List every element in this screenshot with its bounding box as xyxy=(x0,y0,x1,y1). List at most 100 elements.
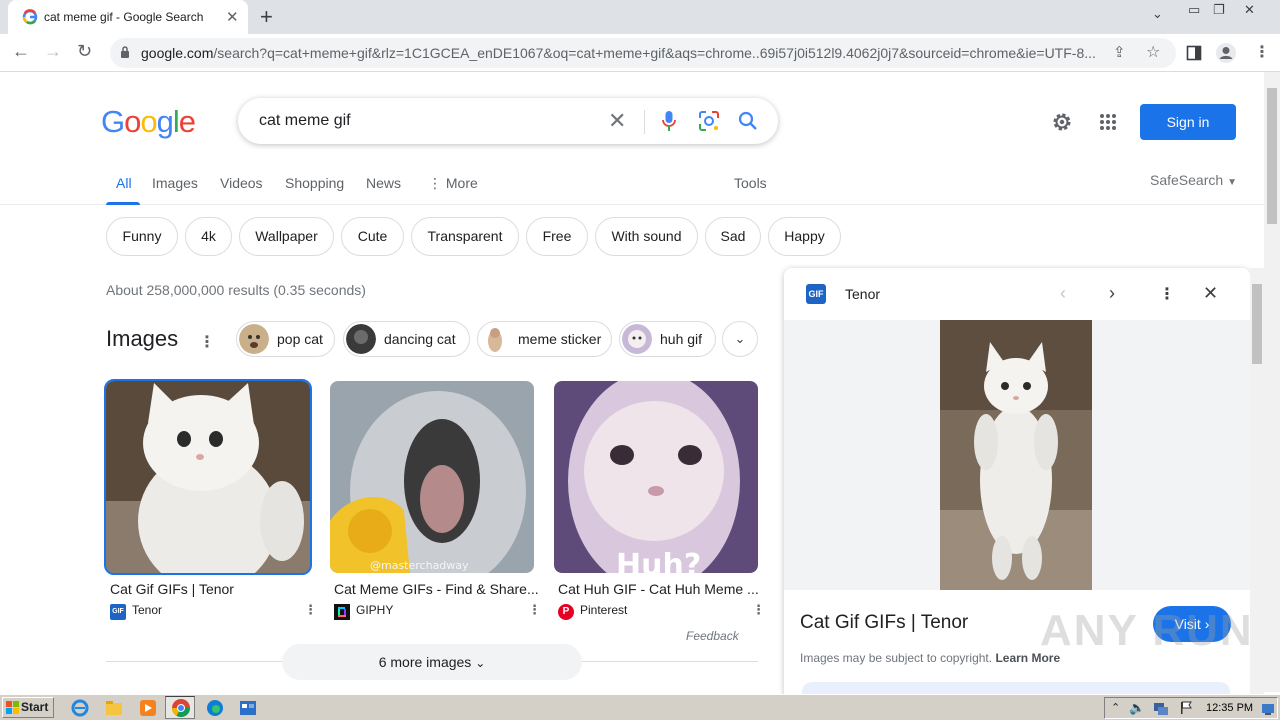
copyright-notice: Images may be subject to copyright. Lear… xyxy=(800,651,1060,665)
google-favicon-icon xyxy=(22,9,38,25)
clear-search-icon[interactable]: ✕ xyxy=(608,108,626,134)
image-result-3-source[interactable]: Pinterest xyxy=(580,603,627,617)
image-result-3[interactable]: Huh? xyxy=(554,381,758,573)
restore-icon[interactable]: ❐ xyxy=(1213,2,1225,18)
more-related-button[interactable]: ⌄ xyxy=(722,321,758,357)
tools-button[interactable]: Tools xyxy=(734,175,767,191)
volume-icon[interactable]: 🔈 xyxy=(1129,700,1145,716)
meme-sticker-avatar xyxy=(480,324,510,354)
related-huh-gif[interactable]: huh gif xyxy=(619,321,716,357)
tab-images[interactable]: Images xyxy=(152,175,198,191)
panel-menu-icon[interactable]: ⋮ xyxy=(1159,284,1175,304)
panel-title[interactable]: Cat Gif GIFs | Tenor xyxy=(800,612,968,634)
standing-white-cat-image[interactable] xyxy=(940,320,1092,590)
related-pop-cat[interactable]: pop cat xyxy=(236,321,335,357)
reload-icon[interactable]: ↻ xyxy=(77,41,92,62)
forward-icon[interactable]: → xyxy=(44,41,62,62)
result-2-menu-icon[interactable]: ⋮ xyxy=(528,602,541,618)
minimize-icon[interactable]: ▭ xyxy=(1188,2,1200,18)
media-player-icon[interactable] xyxy=(138,698,158,718)
search-box[interactable]: cat meme gif ✕ xyxy=(238,98,778,144)
share-icon[interactable]: ⇪ xyxy=(1113,43,1126,61)
related-label: meme sticker xyxy=(518,331,602,347)
image-result-2-title[interactable]: Cat Meme GIFs - Find & Share... xyxy=(334,581,539,597)
image-result-2[interactable]: @masterchadway xyxy=(330,381,534,573)
previous-icon[interactable]: ‹ xyxy=(1060,283,1066,304)
chip-wallpaper[interactable]: Wallpaper xyxy=(239,217,334,256)
profile-avatar-icon[interactable] xyxy=(1215,42,1237,64)
internet-explorer-icon[interactable] xyxy=(70,698,90,718)
tab-more[interactable]: ⋮ More xyxy=(428,175,478,192)
image-result-1-title[interactable]: Cat Gif GIFs | Tenor xyxy=(110,581,234,597)
sign-in-button[interactable]: Sign in xyxy=(1140,104,1236,140)
show-desktop-icon[interactable] xyxy=(1261,702,1275,716)
bookmark-star-icon[interactable]: ☆ xyxy=(1146,42,1160,62)
chip-with-sound[interactable]: With sound xyxy=(595,217,698,256)
voice-search-icon[interactable] xyxy=(662,110,676,132)
result-1-menu-icon[interactable]: ⋮ xyxy=(304,602,317,618)
chip-happy[interactable]: Happy xyxy=(768,217,841,256)
result-3-menu-icon[interactable]: ⋮ xyxy=(752,602,765,618)
related-meme-sticker[interactable]: meme sticker xyxy=(477,321,612,357)
tab-all[interactable]: All xyxy=(116,175,132,191)
safesearch-button[interactable]: SafeSearch ▼ xyxy=(1150,172,1237,188)
tab-news[interactable]: News xyxy=(366,175,401,191)
panel-scrollbar-thumb[interactable] xyxy=(1252,284,1262,364)
page-scrollbar-thumb[interactable] xyxy=(1267,88,1277,224)
settings-gear-icon[interactable] xyxy=(1050,110,1074,134)
google-apps-icon[interactable] xyxy=(1099,113,1117,131)
screaming-cat-thumbnail: @masterchadway xyxy=(330,381,534,573)
image-result-1-source[interactable]: Tenor xyxy=(132,603,162,617)
chip-4k[interactable]: 4k xyxy=(185,217,232,256)
next-icon[interactable]: › xyxy=(1109,283,1115,304)
panel-source-name[interactable]: Tenor xyxy=(845,286,880,302)
app-window-icon[interactable] xyxy=(238,698,258,718)
tab-more-label: More xyxy=(445,175,478,191)
chip-sad[interactable]: Sad xyxy=(705,217,761,256)
feedback-link[interactable]: Feedback xyxy=(686,629,739,643)
tab-search-icon[interactable]: ⌄ xyxy=(1152,6,1163,22)
images-menu-icon[interactable]: ⋮ xyxy=(199,332,215,352)
preview-image-area xyxy=(784,320,1250,590)
caret-down-icon: ▼ xyxy=(1227,177,1237,188)
related-dancing-cat[interactable]: dancing cat xyxy=(343,321,470,357)
safesearch-label: SafeSearch xyxy=(1150,172,1224,188)
images-section-title: Images xyxy=(106,326,179,351)
image-result-3-title[interactable]: Cat Huh GIF - Cat Huh Meme ... xyxy=(558,581,759,597)
chip-funny[interactable]: Funny xyxy=(106,217,178,256)
close-panel-icon[interactable]: ✕ xyxy=(1203,283,1218,304)
back-icon[interactable]: ← xyxy=(12,41,30,62)
logo-letter: e xyxy=(178,104,196,139)
giphy-logo-icon xyxy=(334,604,350,620)
tray-expand-icon[interactable]: ⌃ xyxy=(1111,701,1120,714)
tab-close-icon[interactable]: ✕ xyxy=(226,8,239,26)
more-images-button[interactable]: 6 more images ⌄ xyxy=(282,644,582,680)
chevron-down-icon: ⌄ xyxy=(475,656,486,670)
search-input[interactable]: cat meme gif xyxy=(259,112,351,130)
browser-tab[interactable]: cat meme gif - Google Search ✕ xyxy=(8,0,248,34)
new-tab-icon[interactable]: + xyxy=(260,4,273,30)
image-result-2-source[interactable]: GIPHY xyxy=(356,603,393,617)
chip-cute[interactable]: Cute xyxy=(341,217,404,256)
image-result-1[interactable] xyxy=(104,379,312,575)
chrome-taskbar-button[interactable] xyxy=(165,696,195,719)
taskbar-clock[interactable]: 12:35 PM xyxy=(1206,702,1253,714)
windows-logo-icon xyxy=(6,701,19,714)
side-panel-icon[interactable] xyxy=(1186,45,1202,61)
tab-shopping[interactable]: Shopping xyxy=(285,175,344,191)
search-icon[interactable] xyxy=(738,111,758,131)
lens-search-icon[interactable] xyxy=(698,110,720,132)
logo-letter: g xyxy=(156,104,174,139)
address-bar[interactable]: google.com/search?q=cat+meme+gif&rlz=1C1… xyxy=(110,38,1176,68)
chip-transparent[interactable]: Transparent xyxy=(411,217,519,256)
chrome-menu-icon[interactable]: ⋮ xyxy=(1254,42,1270,62)
file-explorer-icon[interactable] xyxy=(104,698,124,718)
chip-free[interactable]: Free xyxy=(526,217,588,256)
start-button[interactable]: Start xyxy=(2,697,54,718)
network-icon[interactable] xyxy=(1153,702,1169,716)
google-logo[interactable]: Google xyxy=(101,104,196,140)
tab-videos[interactable]: Videos xyxy=(220,175,263,191)
action-center-flag-icon[interactable] xyxy=(1179,701,1193,715)
edge-icon[interactable] xyxy=(205,698,225,718)
close-window-icon[interactable]: ✕ xyxy=(1244,2,1255,18)
